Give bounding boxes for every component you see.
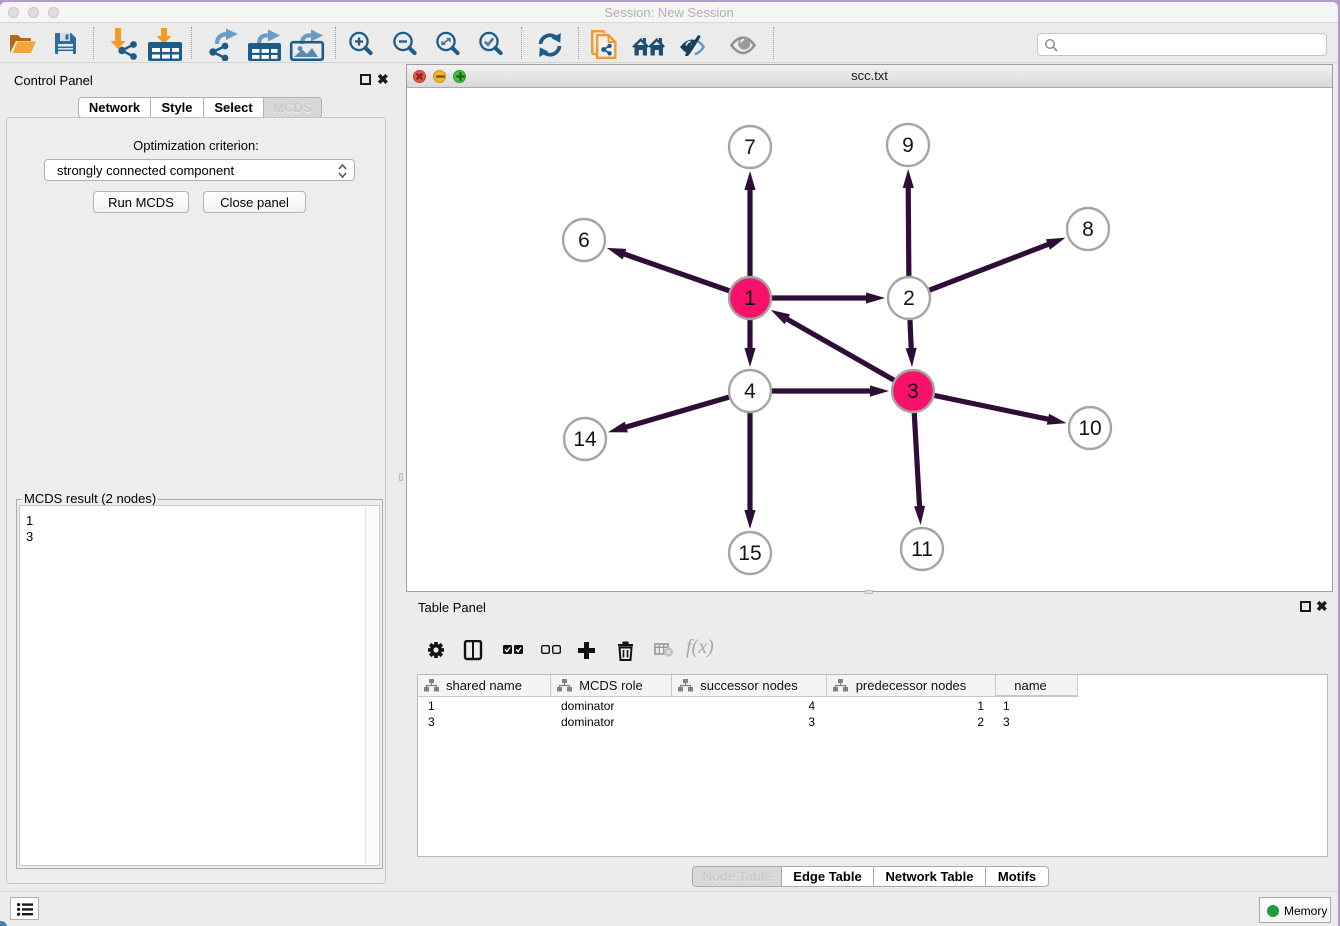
svg-text:14: 14 bbox=[573, 428, 597, 451]
svg-text:1: 1 bbox=[744, 287, 756, 310]
svg-text:3: 3 bbox=[907, 380, 919, 403]
svg-text:9: 9 bbox=[902, 134, 914, 157]
svg-text:7: 7 bbox=[744, 136, 756, 159]
svg-text:8: 8 bbox=[1082, 218, 1094, 241]
svg-text:11: 11 bbox=[911, 538, 933, 561]
svg-text:2: 2 bbox=[903, 287, 915, 310]
svg-text:10: 10 bbox=[1078, 417, 1101, 440]
svg-text:15: 15 bbox=[738, 542, 761, 565]
svg-text:4: 4 bbox=[744, 380, 756, 403]
svg-text:6: 6 bbox=[578, 229, 590, 252]
